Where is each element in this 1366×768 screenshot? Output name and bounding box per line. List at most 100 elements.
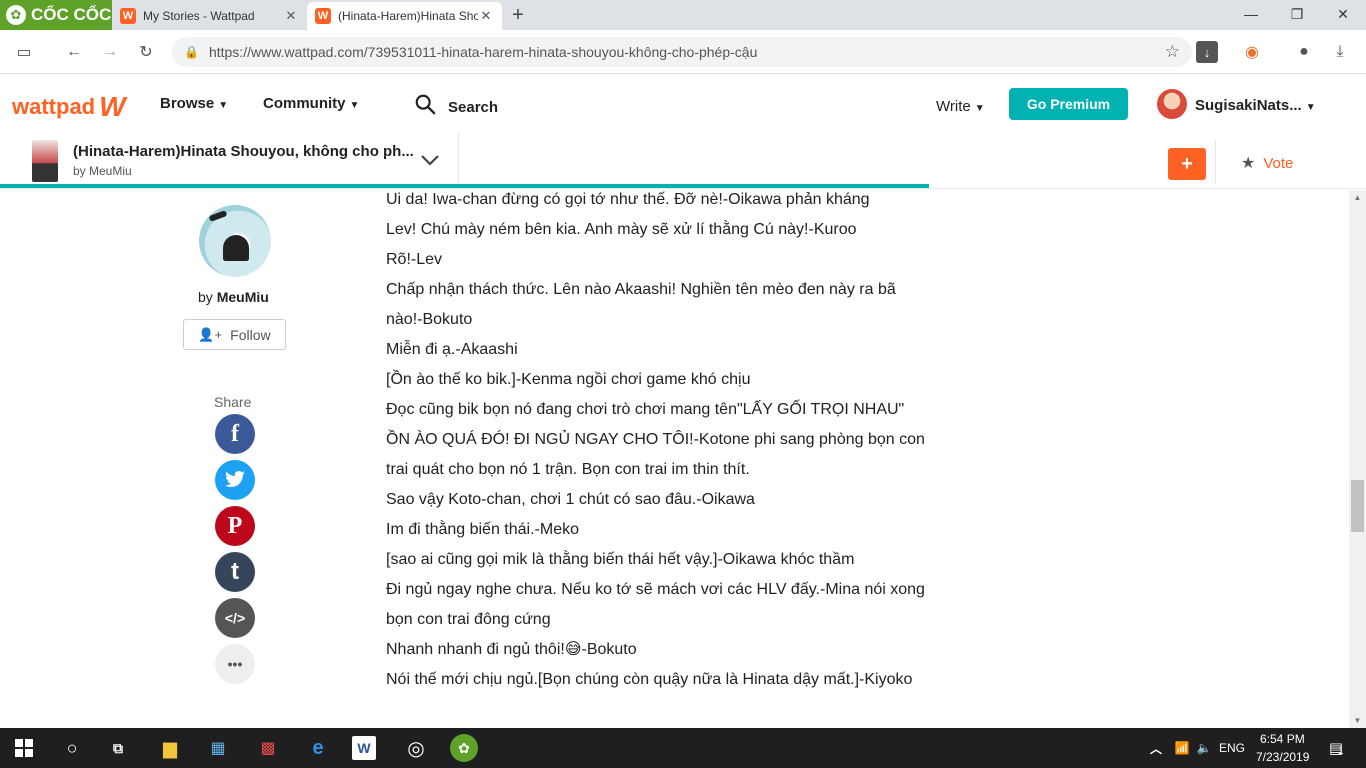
word-icon[interactable]: W bbox=[352, 736, 376, 760]
back-arrow-icon[interactable]: ← bbox=[62, 40, 86, 64]
facebook-share-button[interactable]: f bbox=[215, 414, 255, 454]
go-premium-button[interactable]: Go Premium bbox=[1009, 88, 1128, 120]
story-paragraph: [sao ai cũng gọi mik là thằng biến thái … bbox=[386, 551, 855, 568]
cortana-search-icon[interactable]: ○ bbox=[58, 734, 86, 762]
profile-icon[interactable]: ● bbox=[1292, 40, 1316, 64]
story-paragraph: [Ồn ào thế ko bik.]-Kenma ngồi chơi game… bbox=[386, 371, 751, 388]
divider bbox=[1215, 139, 1216, 183]
write-label: Write bbox=[936, 98, 971, 115]
browse-label: Browse bbox=[160, 95, 215, 112]
community-menu[interactable]: Community ▼ bbox=[263, 95, 359, 112]
divider bbox=[458, 133, 459, 185]
notification-count: 1 bbox=[1338, 746, 1344, 757]
pinterest-share-button[interactable]: P bbox=[215, 506, 255, 546]
vote-button[interactable]: ★ Vote bbox=[1241, 153, 1293, 173]
avatar-bird-shape bbox=[208, 210, 228, 222]
volume-icon[interactable]: 🔈 bbox=[1190, 734, 1218, 762]
coccoc-taskbar-icon[interactable]: ✿ bbox=[450, 734, 478, 762]
downloads-icon[interactable]: ⤓ bbox=[1328, 40, 1352, 64]
follow-button[interactable]: 👤+ Follow bbox=[183, 319, 286, 350]
tab-my-stories[interactable]: W My Stories - Wattpad ✕ bbox=[112, 2, 307, 30]
story-bar: (Hinata-Harem)Hinata Shouyou, không cho … bbox=[0, 133, 1366, 189]
twitter-share-button[interactable] bbox=[215, 460, 255, 500]
tab-current-story[interactable]: W (Hinata-Harem)Hinata Sho ✕ bbox=[307, 2, 502, 30]
address-bar[interactable]: 🔒 https://www.wattpad.com/739531011-hina… bbox=[172, 37, 1192, 67]
more-dots-icon: ••• bbox=[227, 656, 243, 672]
tumblr-share-button[interactable]: t bbox=[215, 552, 255, 592]
close-icon[interactable]: ✕ bbox=[478, 8, 494, 24]
task-view-icon[interactable]: ⧉ bbox=[104, 734, 132, 762]
author-name-link[interactable]: MeuMiu bbox=[217, 289, 269, 305]
page-scrollbar[interactable] bbox=[1349, 190, 1366, 728]
story-paragraph: Chấp nhận thách thức. Lên nào Akaashi! N… bbox=[386, 281, 896, 328]
user-avatar[interactable] bbox=[1157, 89, 1187, 119]
story-paragraph: Im đi thằng biến thái.-Meko bbox=[386, 521, 579, 538]
file-explorer-icon[interactable]: ▆ bbox=[156, 734, 184, 762]
story-paragraph: Nhanh nhanh đi ngủ thôi!😅-Bokuto bbox=[386, 641, 637, 658]
story-paragraph: Rõ!-Lev bbox=[386, 251, 443, 268]
user-menu[interactable]: SugisakiNats... ▼ bbox=[1195, 97, 1316, 114]
story-paragraph: Sao vậy Koto-chan, chơi 1 chút có sao đâ… bbox=[386, 491, 755, 508]
clock-time[interactable]: 6:54 PM bbox=[1260, 732, 1305, 746]
edge-browser-icon[interactable]: e bbox=[304, 734, 332, 762]
windows-start-icon[interactable] bbox=[10, 734, 38, 762]
window-close-button[interactable]: ✕ bbox=[1320, 0, 1366, 28]
vote-label: Vote bbox=[1263, 154, 1294, 172]
show-hidden-icons-icon[interactable]: ︿ bbox=[1142, 734, 1170, 762]
scroll-down-icon[interactable]: ▼ bbox=[1349, 713, 1366, 727]
minimize-button[interactable]: — bbox=[1228, 0, 1274, 28]
search-icon[interactable] bbox=[414, 93, 436, 115]
write-menu[interactable]: Write ▼ bbox=[936, 98, 985, 115]
input-language[interactable]: ENG bbox=[1219, 741, 1245, 755]
store-icon[interactable]: ▦ bbox=[204, 734, 232, 762]
close-icon[interactable]: ✕ bbox=[283, 8, 299, 24]
story-paragraph: Miễn đi ạ.-Akaashi bbox=[386, 341, 518, 358]
restore-button[interactable]: ❐ bbox=[1274, 0, 1320, 28]
app-grid-icon[interactable]: ▩ bbox=[254, 734, 282, 762]
browse-menu[interactable]: Browse ▼ bbox=[160, 95, 228, 112]
clock-date[interactable]: 7/23/2019 bbox=[1256, 750, 1309, 764]
more-share-button[interactable]: ••• bbox=[215, 644, 255, 684]
author-byline: by MeuMiu bbox=[198, 289, 269, 305]
chevron-down-icon[interactable] bbox=[418, 148, 442, 172]
forward-arrow-icon[interactable]: → bbox=[98, 40, 122, 64]
scrollbar-thumb[interactable] bbox=[1351, 480, 1364, 532]
pinterest-icon: P bbox=[227, 512, 243, 539]
story-title[interactable]: (Hinata-Harem)Hinata Shouyou, không cho … bbox=[73, 143, 413, 160]
download-box-icon[interactable]: ↓ bbox=[1196, 41, 1218, 63]
story-author[interactable]: by MeuMiu bbox=[73, 164, 132, 178]
add-to-library-button[interactable]: + bbox=[1168, 148, 1206, 180]
lock-icon: 🔒 bbox=[184, 45, 199, 59]
embed-share-button[interactable]: </> bbox=[215, 598, 255, 638]
reload-icon[interactable]: ↻ bbox=[134, 40, 158, 64]
story-cover-thumbnail[interactable] bbox=[32, 140, 58, 182]
coccoc-menu-button[interactable]: ✿ CỐC CỐC bbox=[0, 0, 112, 30]
new-tab-button[interactable]: + bbox=[506, 2, 530, 28]
browser-tab-strip: ✿ CỐC CỐC W My Stories - Wattpad ✕ W (Hi… bbox=[0, 0, 1366, 30]
coccoc-extension-icon[interactable]: ◉ bbox=[1240, 40, 1264, 64]
caret-down-icon: ▼ bbox=[1305, 102, 1316, 113]
coccoc-logo-icon: ✿ bbox=[6, 5, 26, 25]
story-paragraph: Nói thế mới chịu ngủ.[Bọn chúng còn quậy… bbox=[386, 671, 913, 688]
target-app-icon[interactable]: ◎ bbox=[402, 734, 430, 762]
url-text: https://www.wattpad.com/739531011-hinata… bbox=[208, 44, 758, 60]
search-button[interactable]: Search bbox=[448, 99, 498, 116]
wattpad-favicon-icon: W bbox=[120, 8, 136, 24]
twitter-icon bbox=[225, 471, 245, 488]
story-paragraph: Ui da! Iwa-chan đừng có gọi tớ như thế. … bbox=[386, 191, 870, 208]
sidebar-toggle-icon[interactable]: ▭ bbox=[12, 40, 36, 64]
caret-down-icon: ▼ bbox=[974, 103, 985, 114]
wattpad-header: wattpad W Browse ▼ Community ▼ Search Writ… bbox=[0, 75, 1366, 133]
star-icon: ★ bbox=[1241, 155, 1256, 172]
bookmark-star-icon[interactable]: ☆ bbox=[1165, 42, 1180, 62]
username: SugisakiNats... bbox=[1195, 97, 1302, 114]
author-avatar[interactable] bbox=[199, 205, 271, 277]
tab-title: My Stories - Wattpad bbox=[143, 9, 255, 23]
caret-down-icon: ▼ bbox=[218, 100, 229, 111]
caret-down-icon: ▼ bbox=[349, 100, 360, 111]
wattpad-logo[interactable]: wattpad W bbox=[12, 91, 126, 123]
story-content: Ui da! Iwa-chan đừng có gọi tớ như thế. … bbox=[386, 185, 931, 695]
notification-center-icon[interactable]: ▤ bbox=[1322, 734, 1350, 762]
wattpad-favicon-icon: W bbox=[315, 8, 331, 24]
scroll-up-icon[interactable]: ▲ bbox=[1349, 190, 1366, 204]
